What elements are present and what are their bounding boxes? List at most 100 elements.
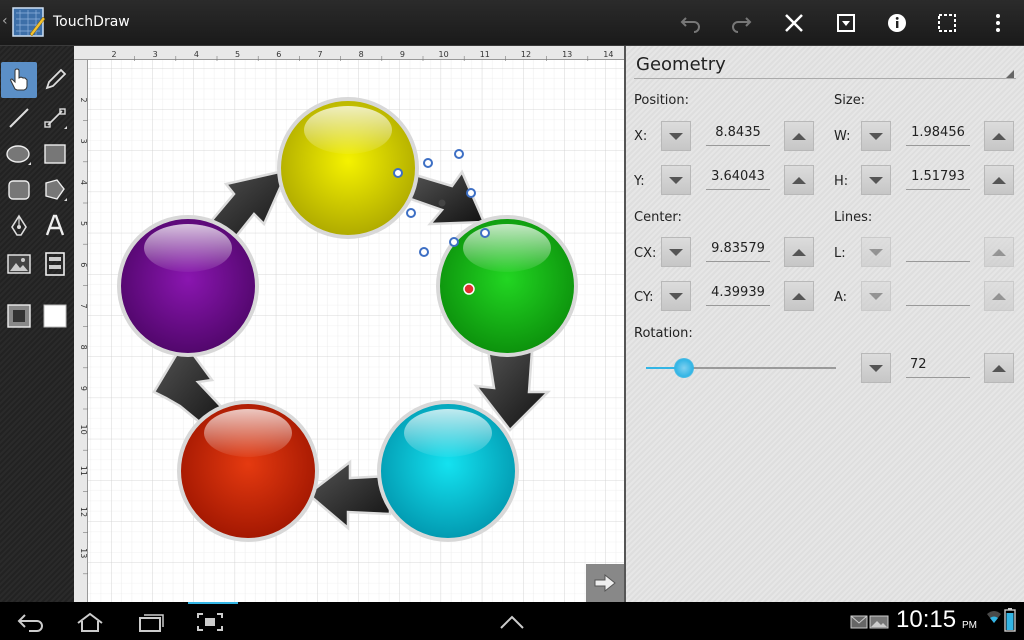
cy-label: CY:	[634, 290, 654, 305]
stencil-tool[interactable]	[37, 246, 73, 282]
chevron-up-icon	[792, 132, 806, 140]
w-field[interactable]: 1.98456	[906, 120, 970, 146]
screenshot-icon	[197, 613, 223, 631]
hand-pointer-icon	[10, 68, 28, 91]
screenshot-button[interactable]	[194, 610, 226, 634]
y-label: Y:	[634, 174, 645, 189]
line-tool[interactable]	[1, 100, 37, 136]
rotation-handle[interactable]	[463, 283, 475, 295]
cy-field[interactable]: 4.39939	[706, 280, 770, 306]
text-tool[interactable]	[37, 208, 73, 244]
cx-field[interactable]: 9.83579	[706, 236, 770, 262]
select-all-button[interactable]	[932, 8, 962, 38]
dropdown-menu-button[interactable]	[831, 8, 861, 38]
cy-decrement-button[interactable]	[661, 281, 691, 311]
rounded-rectangle-tool[interactable]	[1, 172, 37, 208]
h-decrement-button[interactable]	[861, 165, 891, 195]
yellow-circle[interactable]	[277, 97, 419, 239]
w-decrement-button[interactable]	[861, 121, 891, 151]
pencil-tool[interactable]	[37, 62, 73, 98]
a-decrement-button[interactable]	[861, 281, 891, 311]
chevron-up-icon	[500, 615, 524, 629]
l-decrement-button[interactable]	[861, 237, 891, 267]
l-label: L:	[834, 246, 846, 261]
undo-button[interactable]	[676, 8, 706, 38]
stencil-icon	[45, 252, 65, 276]
x-decrement-button[interactable]	[661, 121, 691, 151]
overflow-menu-button[interactable]	[983, 8, 1013, 38]
recent-apps-button[interactable]	[134, 610, 166, 634]
y-increment-button[interactable]	[784, 165, 814, 195]
app-logo-icon[interactable]	[12, 7, 46, 39]
rotation-slider-thumb[interactable]	[674, 358, 694, 378]
line-icon	[9, 108, 29, 128]
cy-increment-button[interactable]	[784, 281, 814, 311]
polygon-icon	[45, 179, 67, 201]
y-field[interactable]: 3.64043	[706, 164, 770, 190]
h-field[interactable]: 1.51793	[906, 164, 970, 190]
close-button[interactable]	[779, 8, 809, 38]
back-button[interactable]	[14, 610, 46, 634]
a-label: A:	[834, 290, 848, 305]
battery-icon	[1004, 608, 1016, 632]
polygon-tool[interactable]	[37, 172, 73, 208]
center-label: Center:	[634, 210, 682, 225]
clock: 10:15	[896, 606, 956, 634]
close-icon	[785, 14, 803, 32]
home-button[interactable]	[74, 610, 106, 634]
dropdown-menu-icon	[837, 14, 855, 32]
x-increment-button[interactable]	[784, 121, 814, 151]
back-chevron-icon[interactable]: ‹	[2, 13, 8, 29]
pencil-icon	[45, 68, 67, 90]
clock-time: 10:15	[896, 606, 957, 633]
cycle-diagram	[117, 97, 578, 542]
cyan-circle[interactable]	[377, 400, 519, 542]
clock-period: PM	[962, 620, 977, 631]
notification-icons[interactable]	[850, 614, 890, 630]
green-circle[interactable]	[436, 215, 578, 357]
connector-icon	[44, 108, 67, 129]
w-increment-button[interactable]	[984, 121, 1014, 151]
chevron-up-icon	[992, 292, 1006, 300]
chevron-down-icon	[869, 364, 883, 372]
l-increment-button[interactable]	[984, 237, 1014, 267]
chevron-up-icon	[992, 132, 1006, 140]
rounded-rectangle-icon	[8, 180, 30, 200]
arrow-yellow-to-green[interactable]	[406, 169, 486, 226]
chevron-up-icon	[992, 364, 1006, 372]
rotation-field[interactable]: 72	[906, 352, 970, 378]
cx-decrement-button[interactable]	[661, 237, 691, 267]
h-increment-button[interactable]	[984, 165, 1014, 195]
red-circle[interactable]	[177, 400, 319, 542]
x-field[interactable]: 8.8435	[706, 120, 770, 146]
fill-style-button[interactable]	[37, 298, 73, 334]
pen-icon	[11, 214, 27, 236]
y-decrement-button[interactable]	[661, 165, 691, 195]
a-increment-button[interactable]	[984, 281, 1014, 311]
rotation-increment-button[interactable]	[984, 353, 1014, 383]
a-field[interactable]	[906, 280, 970, 306]
text-icon	[45, 214, 65, 236]
panel-collapse-icon[interactable]	[1006, 70, 1014, 78]
lines-label: Lines:	[834, 210, 873, 225]
cx-increment-button[interactable]	[784, 237, 814, 267]
ellipse-icon	[6, 145, 31, 165]
rectangle-icon	[44, 144, 66, 164]
info-button[interactable]	[882, 8, 912, 38]
selection-center-marker	[438, 199, 446, 207]
purple-circle[interactable]	[117, 215, 259, 357]
next-page-button[interactable]	[586, 564, 624, 602]
connector-tool[interactable]	[37, 100, 73, 136]
select-tool[interactable]	[1, 62, 37, 98]
app-drawer-button[interactable]	[496, 610, 528, 634]
pen-tool[interactable]	[1, 208, 37, 244]
stroke-style-button[interactable]	[1, 298, 37, 334]
drawing-canvas[interactable]: 23456789101112131415 2345678910111213	[74, 46, 671, 602]
image-tool[interactable]	[1, 246, 37, 282]
ellipse-tool[interactable]	[1, 136, 37, 172]
screenshot-indicator	[188, 602, 238, 604]
redo-button[interactable]	[726, 8, 756, 38]
rotation-decrement-button[interactable]	[861, 353, 891, 383]
rectangle-tool[interactable]	[37, 136, 73, 172]
l-field[interactable]	[906, 236, 970, 262]
